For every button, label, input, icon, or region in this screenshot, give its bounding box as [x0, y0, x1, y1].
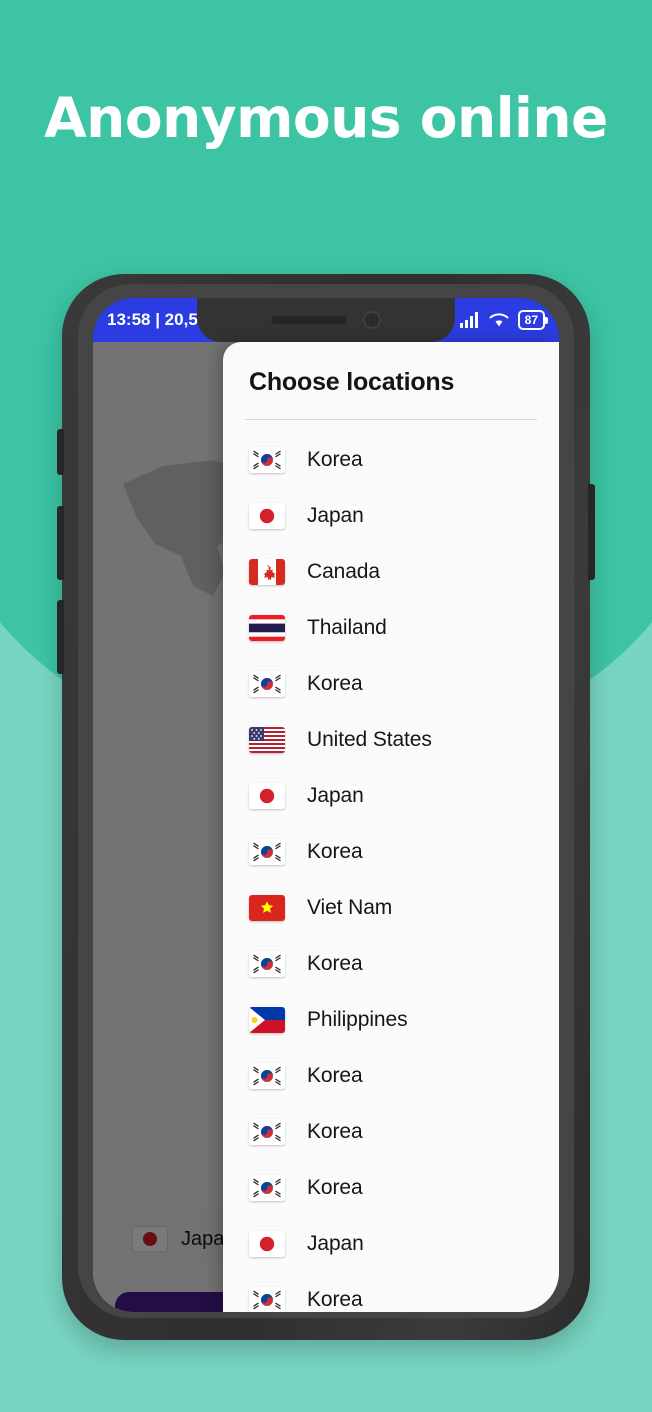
phone-screen: P -: [93, 298, 559, 1312]
battery-indicator: 87: [517, 310, 549, 330]
list-item-label: United States: [307, 728, 432, 751]
list-item[interactable]: Korea: [223, 656, 559, 712]
kr-flag-icon: [249, 671, 285, 697]
kr-flag-icon: [249, 1119, 285, 1145]
list-item[interactable]: Korea: [223, 432, 559, 488]
kr-flag-icon: [249, 1287, 285, 1312]
list-item[interactable]: Korea: [223, 1272, 559, 1312]
phone-notch: [197, 298, 455, 342]
list-item[interactable]: Korea: [223, 1048, 559, 1104]
th-flag-icon: [249, 615, 285, 641]
list-item-label: Japan: [307, 1232, 364, 1255]
kr-flag-icon: [249, 1063, 285, 1089]
list-item-label: Korea: [307, 952, 363, 975]
status-bar-time: 13:58 | 20,5: [107, 310, 198, 329]
list-item[interactable]: Thailand: [223, 600, 559, 656]
list-item[interactable]: Korea: [223, 824, 559, 880]
list-item-label: Korea: [307, 448, 363, 471]
phone-button-volume-up[interactable]: [57, 506, 64, 580]
jp-flag-icon: [249, 783, 285, 809]
ca-flag-icon: [249, 559, 285, 585]
kr-flag-icon: [249, 839, 285, 865]
list-item-label: Canada: [307, 560, 380, 583]
us-flag-icon: [249, 727, 285, 753]
kr-flag-icon: [249, 951, 285, 977]
wifi-icon: [489, 313, 509, 327]
list-item-label: Philippines: [307, 1008, 408, 1031]
jp-flag-icon: [249, 1231, 285, 1257]
list-item-label: Korea: [307, 1120, 363, 1143]
jp-flag-icon: [249, 503, 285, 529]
list-item-label: Korea: [307, 672, 363, 695]
speaker-slot-icon: [271, 316, 347, 324]
list-item-label: Japan: [307, 784, 364, 807]
signal-bars-icon: [459, 312, 478, 328]
page-title: Anonymous online: [44, 86, 608, 150]
list-item-label: Japan: [307, 504, 364, 527]
kr-flag-icon: [249, 1175, 285, 1201]
list-item[interactable]: Viet Nam: [223, 880, 559, 936]
list-item-label: Korea: [307, 840, 363, 863]
list-item[interactable]: United States: [223, 712, 559, 768]
kr-flag-icon: [249, 447, 285, 473]
phone-mockup: P -: [57, 274, 595, 1340]
list-item-label: Viet Nam: [307, 896, 393, 919]
front-camera-icon: [363, 311, 381, 329]
phone-button-power[interactable]: [588, 484, 595, 580]
ph-flag-icon: [249, 1007, 285, 1033]
sheet-title: Choose locations: [249, 368, 455, 396]
list-item[interactable]: Canada: [223, 544, 559, 600]
list-item[interactable]: Japan: [223, 768, 559, 824]
choose-locations-sheet: Choose locations Korea Japan Canada Thailan…: [223, 342, 559, 1312]
list-item[interactable]: Korea: [223, 936, 559, 992]
list-item[interactable]: Korea: [223, 1104, 559, 1160]
list-item[interactable]: Korea: [223, 1160, 559, 1216]
location-list: Korea Japan Canada Thailand Korea United Stat…: [223, 420, 559, 1312]
list-item[interactable]: Japan: [223, 1216, 559, 1272]
list-item-label: Korea: [307, 1176, 363, 1199]
vn-flag-icon: [249, 895, 285, 921]
screenshot-stage: Anonymous online P: [0, 0, 652, 1412]
list-item[interactable]: Japan: [223, 488, 559, 544]
list-item-label: Thailand: [307, 616, 387, 639]
phone-button-silent[interactable]: [57, 429, 64, 475]
list-item-label: Korea: [307, 1288, 363, 1311]
list-item[interactable]: Philippines: [223, 992, 559, 1048]
phone-button-volume-down[interactable]: [57, 600, 64, 674]
list-item-label: Korea: [307, 1064, 363, 1087]
